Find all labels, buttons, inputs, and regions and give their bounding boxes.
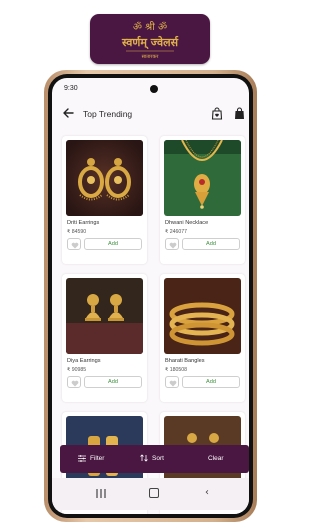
clear-button[interactable]: Clear bbox=[208, 445, 224, 473]
system-back-icon[interactable]: ‹ bbox=[205, 487, 209, 498]
shopping-bag-icon[interactable] bbox=[234, 107, 245, 120]
logo-brand-text: स्वर्णम् ज्वेलर्स bbox=[121, 35, 179, 50]
system-nav-bar: ‹ bbox=[52, 478, 249, 510]
wishlist-button[interactable] bbox=[165, 376, 179, 388]
app-screen: 9:30 Top Trending Driti Earrings ₹ 84590… bbox=[52, 78, 249, 514]
filter-button[interactable]: Filter bbox=[78, 445, 104, 473]
brand-logo-art: ॐ श्री ॐ स्वर्णम् ज्वेलर्स सातारकर bbox=[121, 21, 179, 60]
product-name: Diya Earrings bbox=[67, 358, 101, 364]
sort-button[interactable]: Sort bbox=[140, 445, 164, 473]
arrow-left-icon[interactable] bbox=[61, 106, 75, 120]
product-card[interactable]: Dhwani Necklace ₹ 246077 Add bbox=[160, 136, 245, 264]
add-to-cart-button[interactable]: Add bbox=[84, 238, 142, 250]
add-to-cart-button[interactable]: Add bbox=[84, 376, 142, 388]
product-image[interactable] bbox=[66, 140, 143, 216]
product-card[interactable]: Driti Earrings ₹ 84590 Add bbox=[62, 136, 147, 264]
product-price: ₹ 90985 bbox=[67, 367, 87, 373]
product-price: ₹ 180508 bbox=[165, 367, 188, 373]
product-card[interactable]: Diya Earrings ₹ 90985 Add bbox=[62, 274, 147, 402]
screenshot-stage: ॐ श्री ॐ स्वर्णम् ज्वेलर्स सातारकर 9:30 … bbox=[0, 0, 300, 532]
brand-logo: ॐ श्री ॐ स्वर्णम् ज्वेलर्स सातारकर bbox=[90, 14, 210, 64]
product-name: Bharati Bangles bbox=[165, 358, 205, 364]
product-name: Dhwani Necklace bbox=[165, 220, 209, 226]
recent-apps-icon[interactable] bbox=[96, 489, 106, 498]
app-bar: Top Trending bbox=[52, 102, 249, 128]
logo-sub-text: सातारकर bbox=[142, 54, 160, 60]
earrings-image bbox=[66, 140, 143, 216]
product-price: ₹ 246077 bbox=[165, 229, 188, 235]
product-card[interactable]: Bharati Bangles ₹ 180508 Add bbox=[160, 274, 245, 402]
jhumka-earrings-image bbox=[66, 278, 143, 354]
product-name: Driti Earrings bbox=[67, 220, 100, 226]
front-camera bbox=[150, 85, 158, 93]
wishlist-button[interactable] bbox=[67, 238, 81, 250]
filter-icon bbox=[78, 454, 86, 462]
filter-sort-bar: Filter Sort Clear bbox=[60, 445, 249, 473]
product-price: ₹ 84590 bbox=[67, 229, 87, 235]
home-icon[interactable] bbox=[149, 488, 159, 498]
logo-symbols: ॐ श्री ॐ bbox=[133, 21, 167, 33]
heart-icon bbox=[71, 380, 79, 386]
page-title: Top Trending bbox=[83, 109, 133, 119]
heart-icon bbox=[169, 380, 177, 386]
product-image[interactable] bbox=[164, 140, 241, 216]
sort-label: Sort bbox=[152, 455, 164, 462]
status-time: 9:30 bbox=[64, 85, 78, 92]
filter-label: Filter bbox=[90, 455, 105, 462]
add-to-cart-button[interactable]: Add bbox=[182, 376, 240, 388]
product-image[interactable] bbox=[66, 278, 143, 354]
phone-bezel: 9:30 Top Trending Driti Earrings ₹ 84590… bbox=[48, 74, 253, 518]
heart-icon bbox=[71, 242, 79, 248]
phone-frame: 9:30 Top Trending Driti Earrings ₹ 84590… bbox=[44, 70, 257, 522]
necklace-image bbox=[164, 140, 241, 216]
add-to-cart-button[interactable]: Add bbox=[182, 238, 240, 250]
wishlist-button[interactable] bbox=[165, 238, 179, 250]
bangles-image bbox=[164, 278, 241, 354]
heart-icon bbox=[169, 242, 177, 248]
wishlist-button[interactable] bbox=[67, 376, 81, 388]
status-bar: 9:30 bbox=[52, 78, 249, 98]
product-image[interactable] bbox=[164, 278, 241, 354]
heart-bag-icon[interactable] bbox=[211, 107, 223, 120]
sort-icon bbox=[140, 454, 148, 462]
